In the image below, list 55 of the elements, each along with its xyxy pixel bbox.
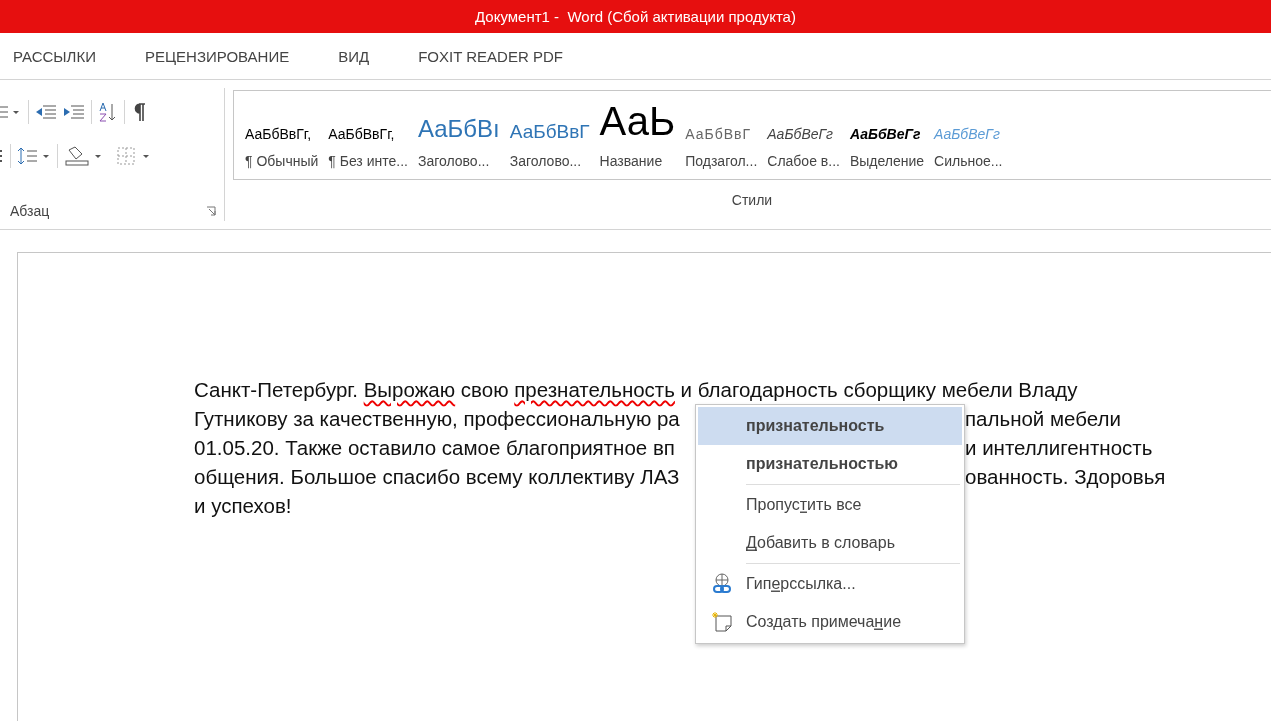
document-text: и интеллигентность [965, 435, 1153, 459]
menu-item[interactable]: Пропустить все [698, 486, 962, 524]
style-item[interactable]: АаБбВеГг Слабое в... [762, 91, 845, 179]
style-preview: АаБбВеГг [934, 125, 1000, 143]
style-name: Название [599, 153, 663, 169]
ribbon-tab[interactable]: FOXIT READER PDF [409, 43, 583, 69]
style-name: Подзагол... [685, 153, 758, 169]
menu-item[interactable]: Создать примечание [698, 603, 962, 641]
window-title: Документ1 - Word (Сбой активации продукта) [475, 8, 796, 25]
style-preview: АаБбВеГг [849, 125, 921, 143]
ribbon-tab[interactable]: РАССЫЛКИ [4, 43, 116, 69]
style-item[interactable]: АаБбВвГг, ¶ Без инте... [323, 91, 413, 179]
globe-link-icon [712, 573, 732, 595]
style-item[interactable]: АаБбВеГг Сильное... [929, 91, 1008, 179]
document-text: 01.05.20. Также оставило самое благоприятное вп [194, 435, 675, 459]
ribbon-tab[interactable]: ВИД [329, 43, 390, 69]
style-item[interactable]: АаЬ Название [594, 91, 681, 179]
style-item[interactable]: АаБбВвГг, ¶ Обычный [240, 91, 324, 179]
style-name: Сильное... [934, 153, 1003, 169]
decrease-indent-icon[interactable] [35, 104, 57, 120]
document-text: и успехов! [194, 493, 292, 517]
style-preview: АаБбВвГ [509, 120, 590, 143]
style-preview: АаБбВеГг [767, 125, 834, 143]
document-text: ованность. Здоровья [965, 464, 1166, 488]
increase-indent-icon[interactable] [63, 104, 85, 120]
menu-item[interactable]: Гиперссылка... [698, 565, 962, 603]
style-preview: АаБбВı [417, 114, 500, 143]
style-name: ¶ Без инте... [328, 153, 408, 169]
group-label: Стили [731, 192, 773, 208]
style-item[interactable]: АаБбВвГ Подзагол... [680, 91, 763, 179]
style-preview: АаБбВвГ [685, 125, 752, 143]
dialog-launcher-icon[interactable] [206, 206, 216, 216]
group-label: Абзац [10, 203, 50, 219]
style-preview: АаЬ [599, 109, 676, 143]
style-name: ¶ Обычный [245, 153, 319, 169]
sort-icon[interactable] [98, 102, 118, 122]
style-name: Заголово... [509, 153, 582, 169]
line-spacing-icon[interactable] [17, 146, 51, 166]
document-text: пальной мебели [965, 406, 1121, 430]
style-item[interactable]: АаБбВвГ Заголово... [504, 91, 595, 179]
style-item[interactable]: АаБбВеГг Выделение [844, 91, 930, 179]
style-preview: АаБбВвГг, [245, 125, 312, 143]
style-preview: АаБбВвГг, [328, 125, 395, 143]
document-text: Санкт-Петербург. Вырожаю свою презнательность и благодарность сборщику мебели Владу [194, 377, 1078, 401]
menu-item[interactable]: признательность [698, 407, 962, 445]
style-name: Слабое в... [767, 153, 840, 169]
menu-item[interactable]: Добавить в словарь [698, 524, 962, 562]
style-name: Заголово... [417, 153, 490, 169]
menu-item[interactable]: признательностью [698, 445, 962, 483]
document-text: общения. Большое спасибо всему коллективу ЛАЗ [194, 464, 680, 488]
ribbon-tab[interactable]: РЕЦЕНЗИРОВАНИЕ [136, 43, 310, 69]
new-comment-icon [711, 611, 733, 633]
style-item[interactable]: АаБбВı Заголово... [412, 91, 505, 179]
style-name: Выделение [849, 153, 925, 169]
document-text: Гутникову за качественную, профессиональную ра [194, 406, 680, 430]
